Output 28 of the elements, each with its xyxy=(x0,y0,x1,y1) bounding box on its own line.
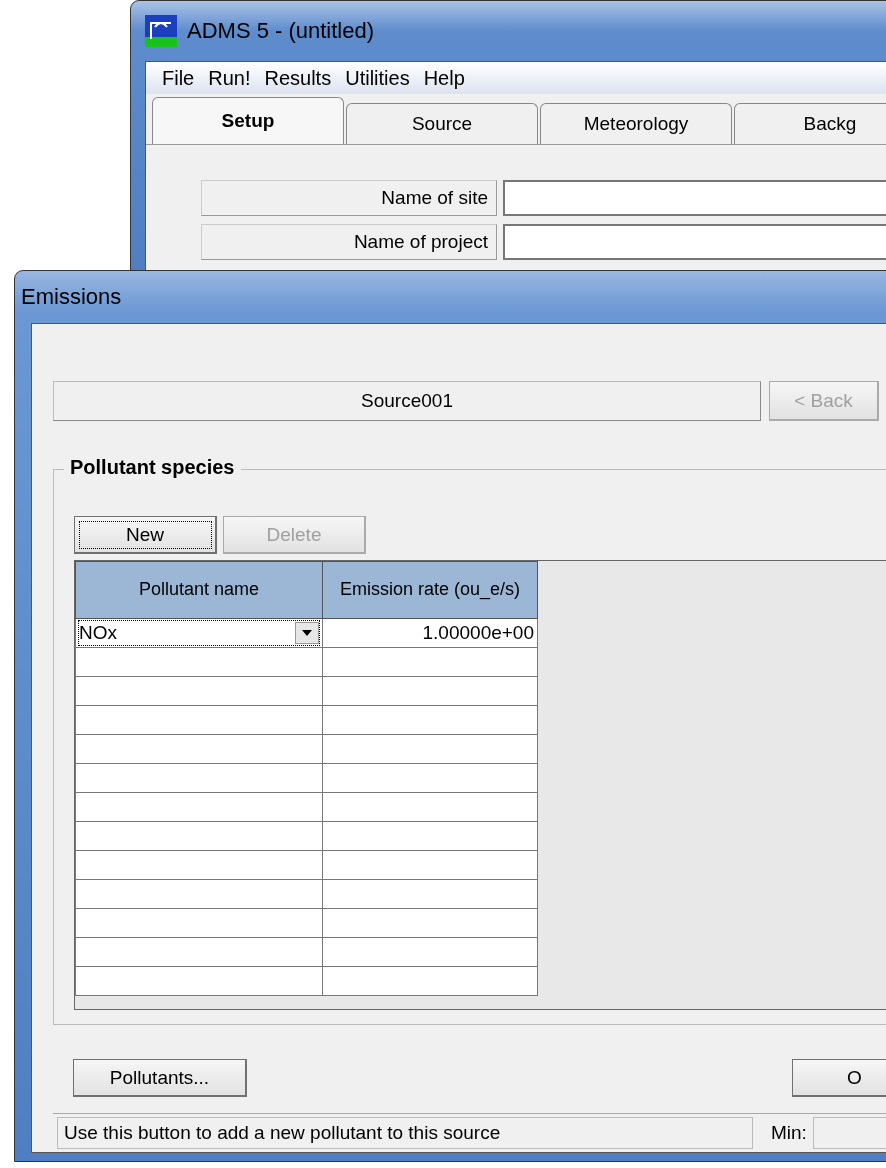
pollutants-button[interactable]: Pollutants... xyxy=(73,1059,247,1097)
tab[interactable]: Backg xyxy=(734,103,886,144)
menu-item[interactable]: Run! xyxy=(208,66,265,90)
menu-item[interactable]: Results xyxy=(264,66,346,90)
input-field[interactable] xyxy=(503,180,886,216)
menu-item[interactable]: Help xyxy=(423,66,479,90)
dialog-title: Emissions xyxy=(21,284,122,310)
tab[interactable]: Setup xyxy=(152,97,344,144)
dialog-button[interactable]: O xyxy=(792,1059,886,1097)
window-title: ADMS 5 - (untitled) xyxy=(187,18,375,44)
caret-icon xyxy=(302,630,312,636)
source-name: Source001 xyxy=(53,381,761,421)
table-cell: 1.00000e+00 xyxy=(322,618,538,648)
field-label: Name of project xyxy=(201,224,497,260)
menu-item[interactable]: Utilities xyxy=(345,66,424,90)
tab[interactable]: Source xyxy=(346,103,538,144)
app-icon xyxy=(145,15,177,47)
input-field[interactable] xyxy=(503,224,886,260)
column-header[interactable]: Pollutant name xyxy=(75,561,323,619)
pollutant-dropdown[interactable]: NOx xyxy=(75,618,323,648)
field-label: Name of site xyxy=(201,180,497,216)
menu-item[interactable]: File xyxy=(162,66,209,90)
column-header[interactable]: Emission rate (ou_e/s) xyxy=(322,561,538,619)
group-title: Pollutant species xyxy=(64,456,241,479)
status-message: Use this button to add a new pollutant to this source xyxy=(57,1117,753,1149)
new-button[interactable]: New xyxy=(74,516,217,554)
min-label: Min: xyxy=(770,1122,807,1144)
tab[interactable]: Meteorology xyxy=(540,103,732,144)
